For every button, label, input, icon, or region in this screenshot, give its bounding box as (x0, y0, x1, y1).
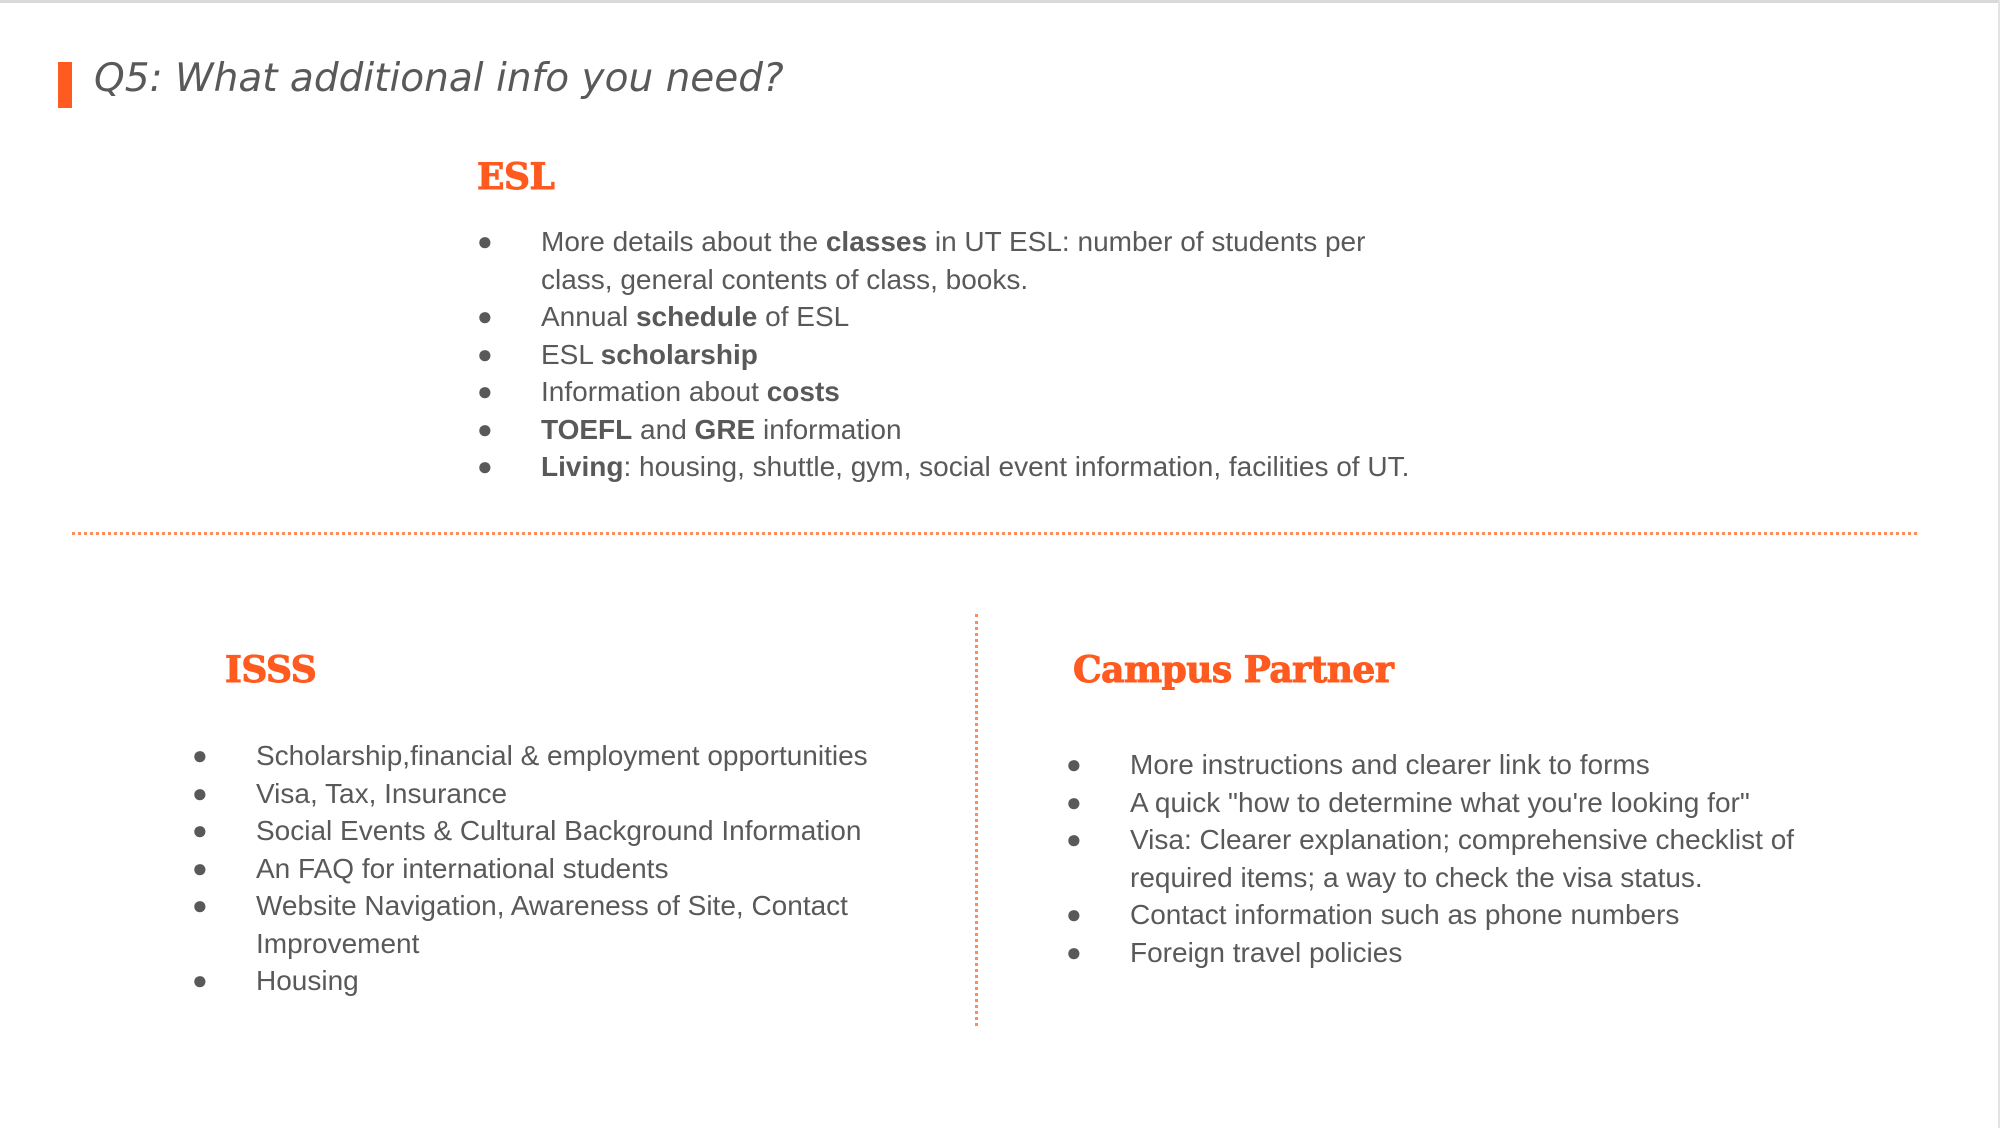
bullet-dot-icon: ● (1066, 824, 1082, 854)
item-text: Website Navigation, Awareness of Site, C… (256, 890, 848, 959)
title-accent-bar (58, 62, 72, 108)
list-item: ● Contact information such as phone numbe… (1066, 896, 1830, 934)
slide-title: Q5: What additional info you need? (94, 56, 784, 101)
item-text: Contact information such as phone number… (1130, 899, 1680, 930)
bullet-dot-icon: ● (1066, 936, 1082, 967)
bullet-dot-icon: ● (192, 777, 208, 808)
list-item: ● An FAQ for international students (192, 850, 916, 888)
list-item: ● Visa: Clearer explanation; comprehensiv… (1066, 821, 1830, 896)
bullet-dot-icon: ● (477, 338, 493, 369)
bullet-dot-icon: ● (477, 413, 493, 444)
list-item: ● More instructions and clearer link to f… (1066, 746, 1830, 784)
bold-text: costs (766, 376, 840, 407)
esl-list: ● More details about the classes in UT ES… (477, 223, 1421, 486)
campus-partner-list: ● More instructions and clearer link to f… (1066, 746, 1830, 972)
bold-text: schedule (635, 301, 758, 332)
item-text: and (632, 413, 695, 445)
bullet-dot-icon: ● (1066, 899, 1082, 929)
item-text: Visa, Tax, Insurance (256, 777, 508, 809)
bullet-dot-icon: ● (192, 890, 208, 920)
bullet-dot-icon: ● (1066, 786, 1082, 817)
item-text: Visa: Clearer explanation; comprehensive… (1130, 824, 1795, 893)
list-item: ● Scholarship,financial & employment oppo… (192, 737, 916, 775)
bullet-dot-icon: ● (192, 815, 208, 845)
item-text: A quick "how to determine what you're lo… (1130, 786, 1750, 818)
campus-partner-heading: Campus Partner (1072, 649, 1394, 692)
list-item: ● Website Navigation, Awareness of Site, … (192, 887, 916, 962)
list-item: ● Living: housing, shuttle, gym, social e… (477, 448, 1421, 486)
vertical-divider (975, 614, 978, 1026)
list-item: ● Visa, Tax, Insurance (192, 775, 916, 813)
list-item: ● Information about costs (477, 373, 1421, 411)
list-item: ● ESL scholarship (477, 336, 1421, 374)
list-item: ● More details about the classes in UT ES… (477, 223, 1421, 298)
bold-text: GRE (694, 413, 756, 445)
isss-heading: ISSS (224, 649, 317, 692)
item-text: Scholarship,financial & employment oppor… (256, 740, 868, 771)
bold-text: classes (825, 226, 928, 257)
item-text: information (755, 413, 902, 445)
item-text: of ESL (757, 301, 850, 332)
bullet-dot-icon: ● (192, 852, 208, 883)
bullet-dot-icon: ● (477, 451, 493, 481)
bullet-dot-icon: ● (477, 376, 493, 406)
bullet-dot-icon: ● (1066, 749, 1082, 779)
item-text: Information about (541, 376, 767, 407)
list-item: ● Foreign travel policies (1066, 934, 1830, 972)
bold-text: Living (541, 451, 624, 482)
list-item: ● A quick "how to determine what you're l… (1066, 784, 1830, 822)
list-item: ● Housing (192, 962, 916, 1000)
bullet-dot-icon: ● (192, 965, 208, 995)
isss-list: ● Scholarship,financial & employment oppo… (192, 737, 916, 1000)
bold-text: scholarship (600, 338, 758, 370)
item-text: More details about the (541, 226, 826, 257)
esl-heading: ESL (476, 156, 555, 199)
item-text: Foreign travel policies (1130, 936, 1403, 968)
list-item: ● Annual schedule of ESL (477, 298, 1421, 336)
slide-top-border (0, 0, 2000, 3)
bullet-dot-icon: ● (192, 740, 208, 770)
item-text: Annual (541, 301, 636, 332)
list-item: ● TOEFL and GRE information (477, 411, 1421, 449)
horizontal-divider (72, 532, 1917, 535)
item-text: ESL (541, 338, 601, 370)
item-text: More instructions and clearer link to fo… (1130, 749, 1650, 780)
item-text: Housing (256, 965, 359, 996)
bullet-dot-icon: ● (477, 226, 493, 256)
item-text: : housing, shuttle, gym, social event in… (623, 451, 1410, 482)
list-item: ● Social Events & Cultural Background Inf… (192, 812, 916, 850)
item-text: An FAQ for international students (256, 852, 669, 884)
bullet-dot-icon: ● (477, 301, 493, 331)
bold-text: TOEFL (541, 413, 633, 445)
item-text: Social Events & Cultural Background Info… (256, 815, 862, 846)
